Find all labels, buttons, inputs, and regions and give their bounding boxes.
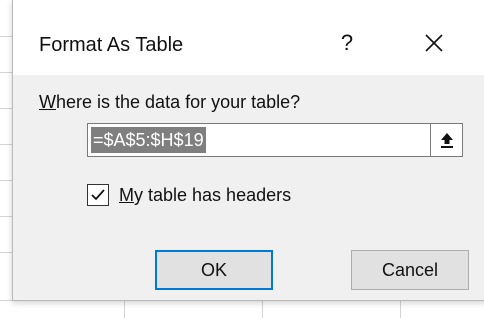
grid-line bbox=[124, 300, 125, 318]
range-value[interactable]: =$A$5:$H$19 bbox=[91, 127, 206, 153]
checkmark-icon bbox=[91, 189, 105, 201]
dialog-title: Format As Table bbox=[39, 34, 184, 56]
close-button[interactable] bbox=[417, 26, 451, 60]
headers-checkbox-label[interactable]: My table has headers bbox=[119, 185, 291, 206]
collapse-dialog-icon bbox=[440, 133, 453, 148]
grid-line bbox=[0, 180, 12, 181]
dialog-title-bar[interactable]: Format As Table ? bbox=[13, 0, 484, 75]
grid-line bbox=[0, 144, 12, 145]
close-icon bbox=[425, 34, 443, 52]
ok-button[interactable]: OK bbox=[155, 250, 273, 290]
accelerator-key: W bbox=[39, 92, 56, 112]
grid-line bbox=[0, 36, 12, 37]
grid-line bbox=[0, 252, 12, 253]
grid-line bbox=[400, 300, 401, 318]
grid-line bbox=[262, 300, 263, 318]
grid-line bbox=[0, 72, 12, 73]
accelerator-key: M bbox=[119, 185, 134, 205]
help-button[interactable]: ? bbox=[336, 28, 358, 58]
cancel-button[interactable]: Cancel bbox=[351, 250, 469, 290]
format-as-table-dialog: Format As Table ? Where is the data for … bbox=[12, 0, 484, 301]
range-input[interactable]: =$A$5:$H$19 bbox=[87, 123, 463, 157]
checkbox-label-text: y table has headers bbox=[134, 185, 292, 205]
grid-line bbox=[0, 108, 12, 109]
collapse-dialog-button[interactable] bbox=[430, 124, 462, 156]
range-prompt-label: Where is the data for your table? bbox=[39, 92, 300, 113]
headers-checkbox[interactable] bbox=[87, 184, 109, 206]
grid-line bbox=[0, 216, 12, 217]
prompt-text: here is the data for your table? bbox=[56, 92, 301, 112]
